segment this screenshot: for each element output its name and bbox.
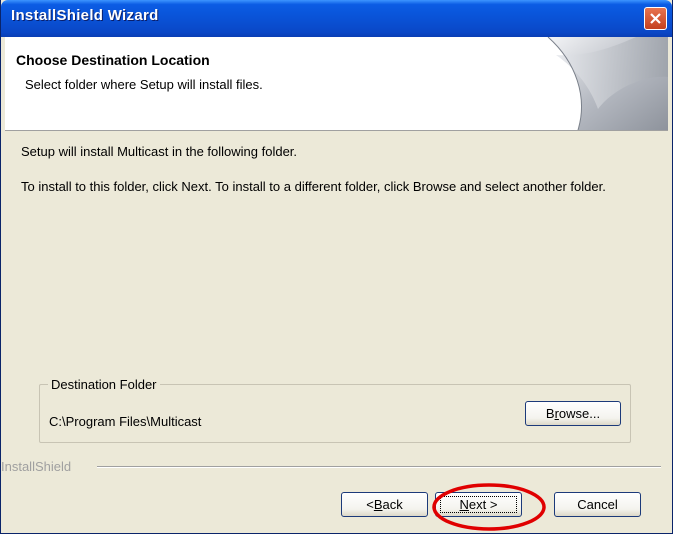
page-title: Choose Destination Location — [16, 52, 210, 68]
page-curl-graphic — [518, 37, 668, 130]
browse-button[interactable]: Br owse... — [525, 401, 621, 426]
destination-folder-label: Destination Folder — [48, 377, 160, 392]
cancel-button[interactable]: Cancel — [554, 492, 641, 517]
page-subtitle: Select folder where Setup will install f… — [25, 77, 263, 92]
title-bar[interactable]: InstallShield Wizard — [1, 0, 672, 37]
footer-divider — [97, 466, 661, 468]
destination-path: C:\Program Files\Multicast — [49, 414, 202, 429]
close-button[interactable] — [644, 7, 667, 30]
install-info-text: Setup will install Multicast in the foll… — [21, 144, 298, 159]
window-title: InstallShield Wizard — [11, 7, 159, 24]
instructions-text: To install to this folder, click Next. T… — [21, 179, 606, 194]
next-button[interactable]: Next > — [435, 492, 522, 517]
focus-rectangle — [440, 496, 517, 513]
installer-window: InstallShield Wizard Choose Destination … — [0, 0, 673, 534]
wizard-header: Choose Destination Location Select folde… — [5, 37, 668, 131]
installshield-brand: InstallShield — [1, 459, 72, 474]
back-button[interactable]: < Back — [341, 492, 428, 517]
